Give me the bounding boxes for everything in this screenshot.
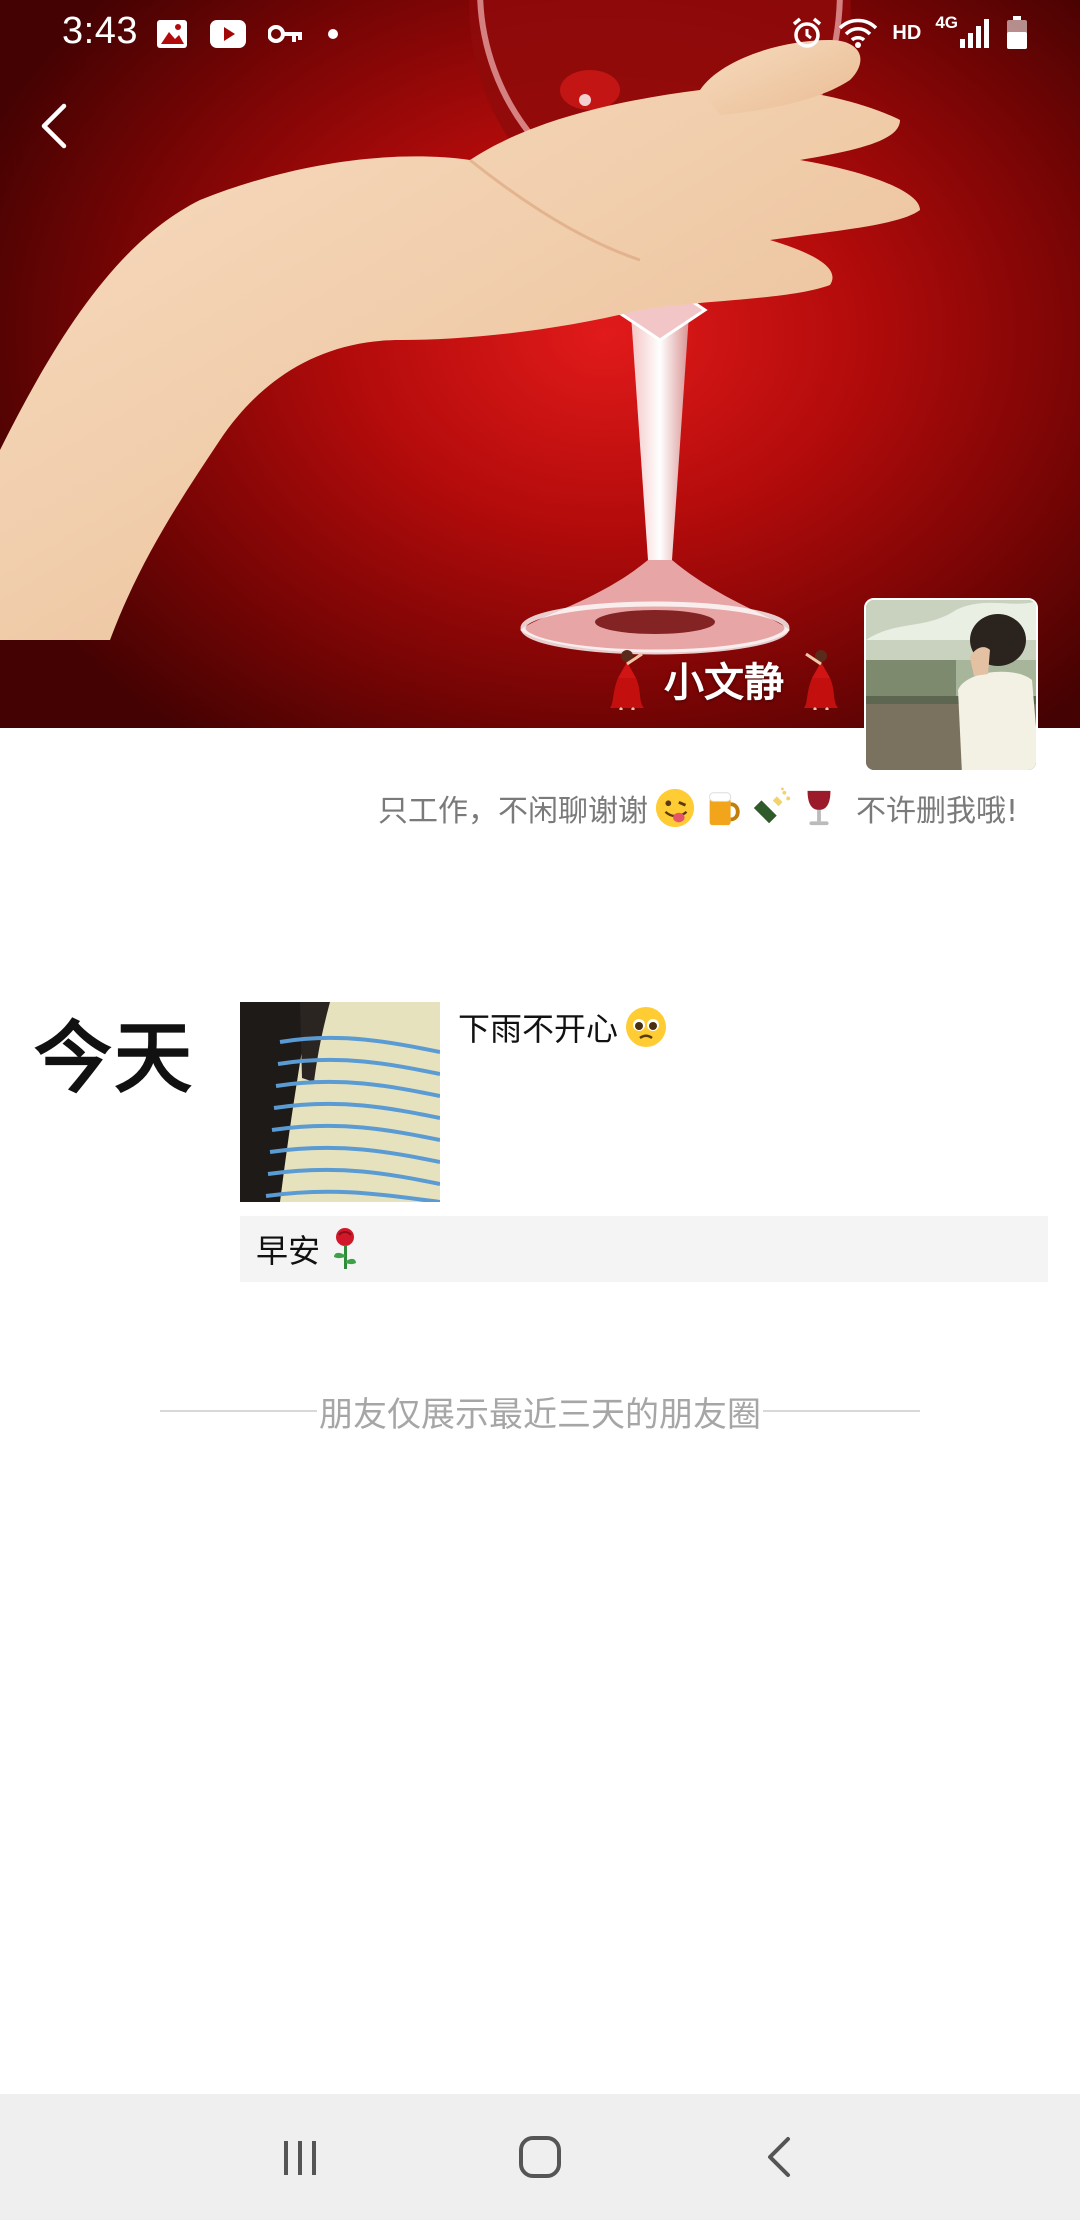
post-photo [240, 1002, 440, 1202]
signature: 只工作，不闲聊谢谢 不许删我哦! [378, 786, 1018, 830]
profile-name-text: 小文静 [664, 661, 784, 705]
status-time: 3:43 [62, 10, 138, 52]
nav-back-button[interactable] [740, 2117, 820, 2197]
pleading-face-emoji [626, 1007, 667, 1047]
battery-icon [1007, 16, 1027, 49]
signature-text: 只工作，不闲聊谢谢 [377, 794, 648, 829]
back-button[interactable] [30, 96, 80, 156]
champagne-emoji [753, 787, 791, 824]
key-icon [268, 25, 302, 43]
post-caption: 下雨不开心 [458, 1004, 668, 1050]
home-icon [519, 2136, 561, 2178]
moments-limit-note: 朋友仅展示最近三天的朋友圈 [160, 1386, 920, 1436]
back-icon [768, 2137, 790, 2177]
post-caption-text: 下雨不开心 [458, 1010, 619, 1048]
text-post-content: 早安 [256, 1232, 321, 1270]
network-type-label: 4G [935, 13, 958, 32]
recent-apps-icon [284, 2141, 316, 2175]
moments-page: 3:43 HD 4G 小文静 只工作，不闲聊谢谢 不许删我哦! 今天 下雨不开心… [0, 0, 1080, 2220]
beer-emoji [709, 792, 740, 826]
signature-tail-text: 不许删我哦! [855, 794, 1018, 829]
dot-icon [328, 29, 338, 39]
signal-icon [960, 19, 989, 48]
youtube-icon [210, 20, 246, 48]
home-button[interactable] [500, 2117, 580, 2197]
image-icon [157, 20, 187, 48]
rose-emoji [334, 1228, 357, 1269]
text-post[interactable]: 早安 [240, 1216, 1048, 1282]
dancer-icon [610, 650, 644, 710]
wifi-icon [839, 18, 878, 48]
wine-emoji [807, 790, 831, 826]
avatar[interactable] [864, 598, 1038, 772]
profile-name[interactable]: 小文静 [608, 648, 840, 710]
hd-label: HD [892, 21, 922, 44]
system-status-icons: HD 4G [790, 12, 1028, 54]
notification-icons [156, 14, 340, 54]
moments-limit-text: 朋友仅展示最近三天的朋友圈 [319, 1394, 761, 1435]
alarm-icon [793, 17, 822, 48]
recent-apps-button[interactable] [260, 2117, 340, 2197]
divider-line [160, 1410, 317, 1412]
day-label: 今天 [34, 1014, 195, 1104]
status-bar: 3:43 HD 4G [0, 0, 1080, 66]
post-image[interactable] [240, 1002, 440, 1202]
avatar-photo [866, 600, 1036, 770]
system-navigation-bar [0, 2094, 1080, 2220]
tongue-wink-emoji [655, 788, 695, 828]
divider-line [763, 1410, 920, 1412]
dancer-icon [804, 650, 838, 710]
back-arrow-icon [41, 103, 67, 149]
